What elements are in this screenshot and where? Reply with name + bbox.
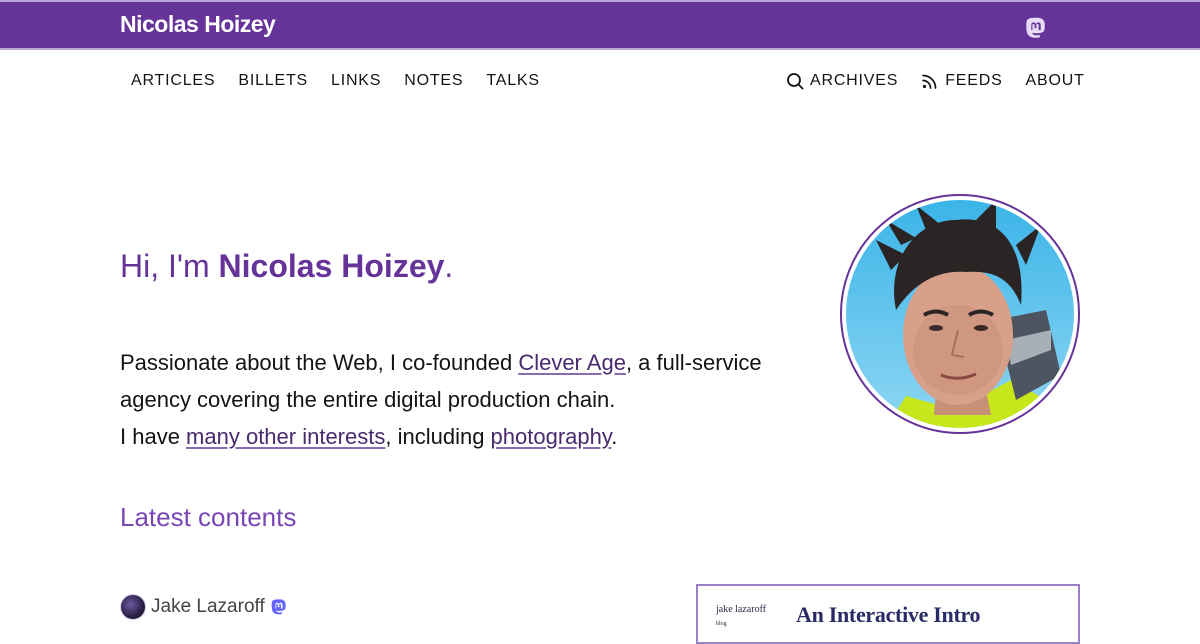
greeting-prefix: Hi, I'm <box>120 248 219 284</box>
portrait-image <box>846 200 1074 428</box>
top-bar: Nicolas Hoizey <box>0 0 1200 50</box>
nav-about[interactable]: ABOUT <box>1026 72 1085 90</box>
interests-link[interactable]: many other interests <box>186 424 385 449</box>
greeting-suffix: . <box>444 248 454 284</box>
author-row[interactable]: Jake Lazaroff <box>120 594 288 620</box>
site-title-link[interactable]: Nicolas Hoizey <box>120 11 276 38</box>
card-brand: jake lazaroff <box>716 604 767 615</box>
nav-links[interactable]: LINKS <box>331 72 381 90</box>
author-avatar <box>120 594 146 620</box>
profile-photo <box>840 194 1080 434</box>
search-icon <box>787 73 804 90</box>
intro-part-3: I have <box>120 424 187 449</box>
mastodon-icon[interactable] <box>1024 16 1048 40</box>
intro-part-4: , including <box>385 424 491 449</box>
intro-part-1: Passionate about the Web, I co-founded <box>120 350 519 375</box>
nav-articles[interactable]: ARTICLES <box>131 72 215 90</box>
card-sub: blog <box>716 621 727 627</box>
nav-about-label: ABOUT <box>1025 72 1085 89</box>
page-title: Hi, I'm Nicolas Hoizey. <box>120 248 453 285</box>
nav-feeds-label: FEEDS <box>945 72 1003 89</box>
nav-archives[interactable]: ARCHIVES <box>786 72 898 90</box>
rss-icon <box>922 74 937 89</box>
intro-text: Passionate about the Web, I co-founded C… <box>120 344 810 455</box>
nav-talks[interactable]: TALKS <box>486 72 540 90</box>
author-name[interactable]: Jake Lazaroff <box>151 596 265 618</box>
nav-billets[interactable]: BILLETS <box>238 72 308 90</box>
nav-right: ARCHIVES FEEDS ABOUT <box>786 72 1085 90</box>
latest-contents-heading: Latest contents <box>120 502 297 532</box>
greeting-name: Nicolas Hoizey <box>218 248 445 284</box>
main-nav: ARTICLES BILLETS LINKS NOTES TALKS ARCHI… <box>0 50 1200 112</box>
nav-archives-label: ARCHIVES <box>810 72 899 89</box>
clever-age-link[interactable]: Clever Age <box>518 350 626 375</box>
nav-notes[interactable]: NOTES <box>404 72 463 90</box>
mastodon-icon[interactable] <box>270 598 288 616</box>
nav-left: ARTICLES BILLETS LINKS NOTES TALKS <box>131 72 563 90</box>
nav-feeds[interactable]: FEEDS <box>921 72 1002 90</box>
intro-part-5: . <box>611 424 618 449</box>
content-card-preview[interactable]: jake lazaroff blog An Interactive Intro <box>696 584 1080 644</box>
card-title: An Interactive Intro <box>796 602 981 627</box>
photography-link[interactable]: photography <box>491 424 612 449</box>
